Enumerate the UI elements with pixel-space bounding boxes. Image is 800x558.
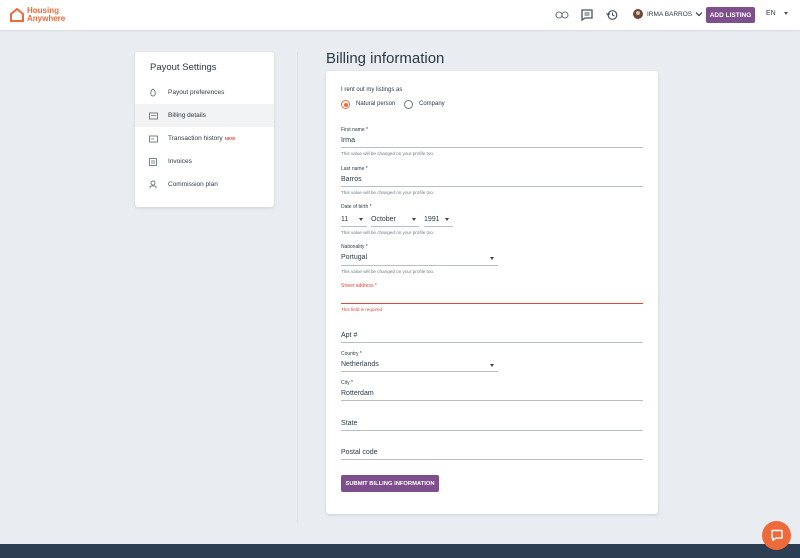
company-label: Company bbox=[419, 101, 445, 107]
nationality-underline bbox=[341, 265, 498, 266]
postal-code-underline bbox=[341, 459, 643, 460]
natural-person-radio[interactable] bbox=[341, 100, 350, 109]
add-listing-button[interactable]: ADD LISTING bbox=[706, 7, 755, 23]
history-icon[interactable] bbox=[605, 9, 619, 21]
dropdown-caret-icon bbox=[490, 364, 494, 367]
divider bbox=[297, 52, 298, 522]
language-caret-icon bbox=[783, 12, 788, 15]
sidebar-item-label: Commission plan bbox=[168, 181, 218, 188]
top-navigation-bar: Housing Anywhere IRMA BARROS ADD LISTING… bbox=[0, 0, 800, 30]
transaction-icon bbox=[149, 135, 158, 142]
state-underline bbox=[341, 430, 643, 431]
payout-settings-sidebar: Payout Settings Payout preferences Billi… bbox=[135, 52, 274, 207]
dropdown-caret-icon bbox=[445, 218, 449, 221]
company-radio[interactable] bbox=[404, 100, 413, 109]
commission-icon bbox=[149, 180, 157, 189]
sidebar-item-billing-details[interactable]: Billing details bbox=[135, 104, 274, 127]
state-field[interactable]: State bbox=[341, 420, 357, 427]
city-field[interactable]: Rotterdam bbox=[341, 390, 374, 397]
country-value: Netherlands bbox=[341, 361, 379, 368]
sidebar-item-invoices[interactable]: Invoices bbox=[135, 150, 274, 173]
street-address-underline bbox=[341, 303, 643, 304]
chat-button[interactable] bbox=[762, 521, 791, 550]
dob-day-value: 11 bbox=[341, 216, 349, 223]
chat-icon bbox=[770, 529, 783, 542]
city-label: City * bbox=[341, 380, 353, 386]
sidebar-item-label: Billing details bbox=[168, 112, 206, 119]
dob-month-underline bbox=[371, 226, 419, 227]
first-name-field[interactable]: Irma bbox=[341, 137, 355, 144]
nationality-label: Nationality * bbox=[341, 244, 368, 250]
dropdown-caret-icon bbox=[359, 218, 363, 221]
chevron-down-icon bbox=[695, 12, 703, 17]
dropdown-caret-icon bbox=[412, 218, 416, 221]
natural-person-label: Natural person bbox=[356, 101, 396, 107]
postal-code-field[interactable]: Postal code bbox=[341, 449, 378, 456]
dob-year-value: 1991 bbox=[424, 216, 440, 223]
last-name-underline bbox=[341, 186, 643, 187]
last-name-hint: This value will be changed on your profi… bbox=[341, 190, 435, 195]
dropdown-caret-icon bbox=[490, 257, 494, 260]
payout-icon bbox=[150, 88, 156, 97]
apt-field[interactable]: Apt # bbox=[341, 332, 357, 339]
first-name-hint: This value will be changed on your profi… bbox=[341, 151, 435, 156]
sidebar-item-label: Invoices bbox=[168, 158, 192, 165]
footer-bar bbox=[0, 544, 800, 558]
nationality-hint: This value will be changed on your profi… bbox=[341, 269, 435, 274]
street-address-field[interactable] bbox=[341, 293, 643, 302]
new-badge: NEW bbox=[224, 136, 236, 141]
invoice-icon bbox=[149, 157, 157, 166]
nationality-value: Portugal bbox=[341, 254, 368, 261]
page-title: Billing information bbox=[326, 50, 445, 67]
country-label: Country * bbox=[341, 351, 362, 357]
dob-day-underline bbox=[341, 226, 367, 227]
last-name-label: Last name * bbox=[341, 166, 368, 172]
messages-icon[interactable] bbox=[580, 9, 594, 21]
house-logo-icon bbox=[10, 8, 24, 22]
street-address-error: This field is required bbox=[341, 307, 383, 312]
first-name-label: First name * bbox=[341, 127, 368, 133]
sidebar-item-payout-preferences[interactable]: Payout preferences bbox=[135, 81, 274, 104]
housing-anywhere-logo[interactable]: Housing Anywhere bbox=[10, 7, 65, 23]
sidebar-title: Payout Settings bbox=[150, 62, 217, 73]
dob-month-value: October bbox=[371, 216, 396, 223]
apt-underline bbox=[341, 342, 643, 343]
billing-form-card: I rent out my listings as Natural person… bbox=[326, 71, 658, 514]
submit-billing-button[interactable]: SUBMIT BILLING INFORMATION bbox=[341, 475, 439, 492]
sidebar-item-label: Payout preferences bbox=[168, 89, 225, 96]
dob-label: Date of birth * bbox=[341, 204, 372, 210]
user-menu[interactable]: IRMA BARROS bbox=[633, 9, 703, 19]
favorites-icon[interactable] bbox=[555, 9, 569, 21]
billing-icon bbox=[149, 112, 158, 119]
sidebar-item-commission-plan[interactable]: Commission plan bbox=[135, 173, 274, 196]
city-underline bbox=[341, 400, 643, 401]
user-avatar bbox=[633, 9, 643, 19]
country-underline bbox=[341, 371, 498, 372]
dob-hint: This value will be changed on your profi… bbox=[341, 230, 435, 235]
first-name-underline bbox=[341, 147, 643, 148]
sidebar-item-label: Transaction history bbox=[168, 135, 223, 142]
language-selector[interactable]: EN bbox=[766, 10, 788, 17]
user-name: IRMA BARROS bbox=[647, 10, 693, 18]
sidebar-item-transaction-history[interactable]: Transaction history NEW bbox=[135, 127, 274, 150]
rent-as-label: I rent out my listings as bbox=[341, 87, 403, 93]
street-address-label: Street address * bbox=[341, 283, 377, 289]
dob-year-underline bbox=[424, 226, 453, 227]
logo-text-line2: Anywhere bbox=[27, 14, 66, 23]
last-name-field[interactable]: Barros bbox=[341, 176, 362, 183]
language-value: EN bbox=[766, 10, 776, 17]
